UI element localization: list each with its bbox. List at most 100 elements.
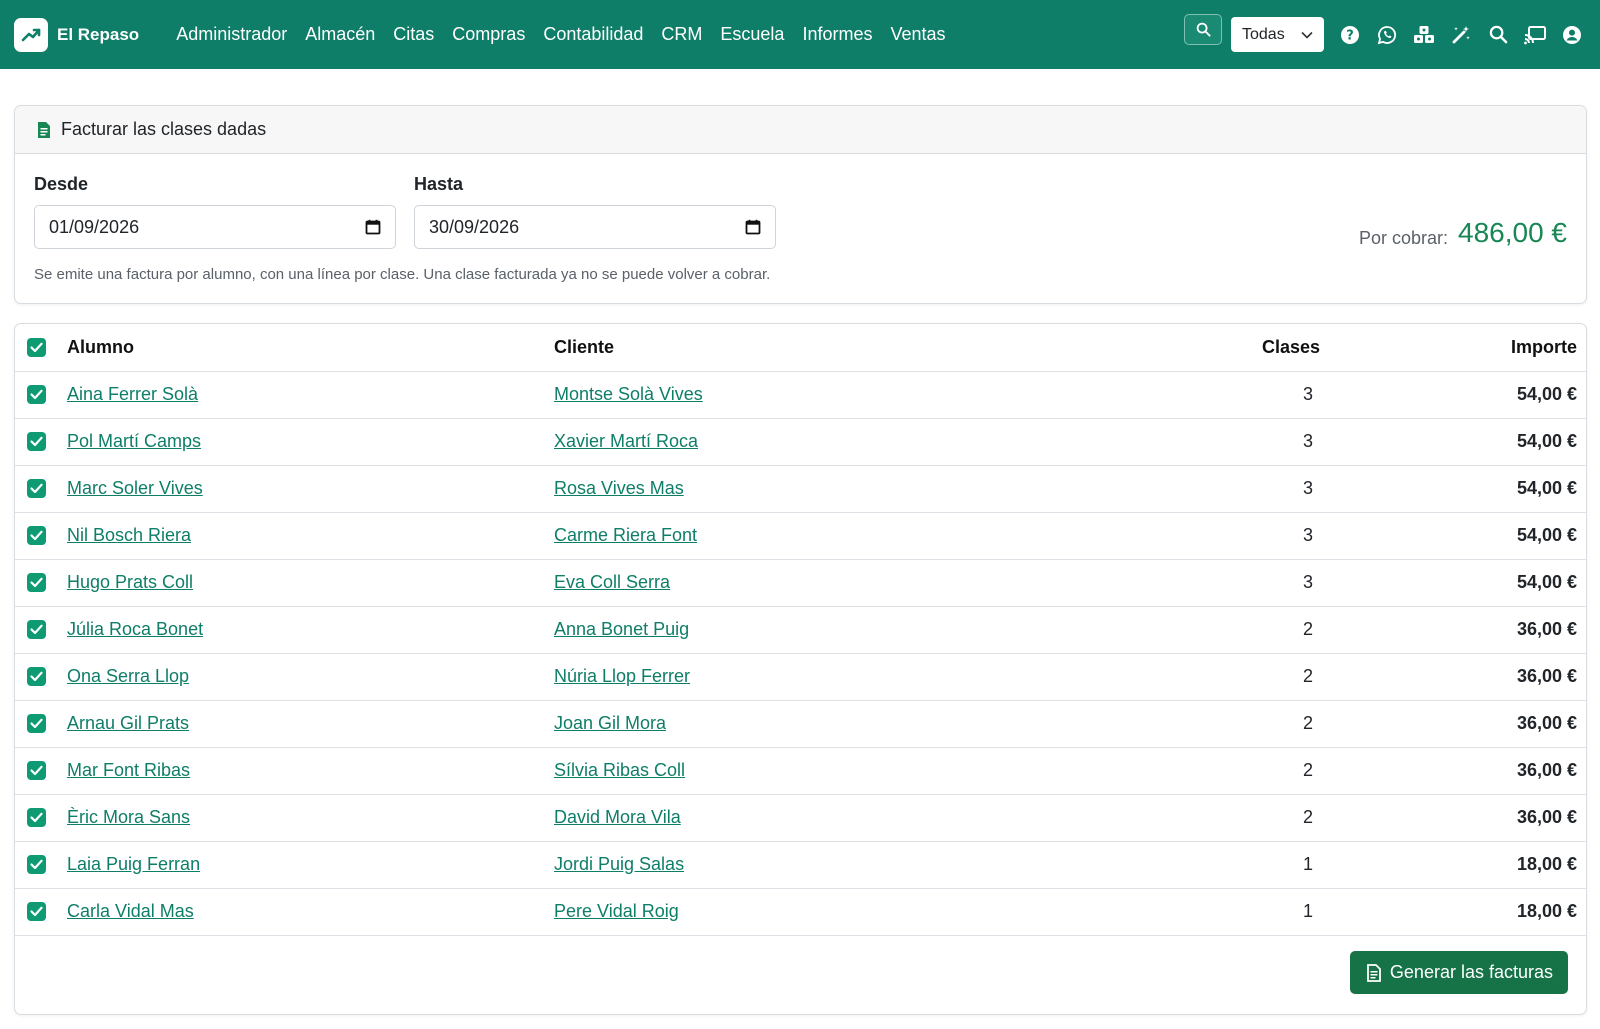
- cliente-link[interactable]: Rosa Vives Mas: [554, 478, 684, 498]
- table-row: Júlia Roca Bonet Anna Bonet Puig 2 36,00 €: [15, 606, 1586, 654]
- generate-invoices-label: Generar las facturas: [1389, 962, 1553, 982]
- chevron-down-icon: [1301, 31, 1313, 39]
- students-table: Alumno Cliente Clases Importe Aina Ferre…: [15, 324, 1586, 936]
- header-importe[interactable]: Importe: [1320, 324, 1586, 372]
- calendar-icon[interactable]: [745, 219, 761, 235]
- search-icon[interactable]: [1487, 24, 1509, 46]
- alumno-cell: Pol Martí Camps: [67, 418, 554, 466]
- select-all-checkbox[interactable]: [27, 337, 46, 357]
- importe-cell: 54,00 €: [1320, 559, 1586, 607]
- alumno-link[interactable]: Ona Serra Llop: [67, 666, 189, 686]
- menu-item-contabilidad[interactable]: Contabilidad: [534, 24, 652, 45]
- alumno-link[interactable]: Júlia Roca Bonet: [67, 619, 203, 639]
- company-select-value: Todas: [1242, 25, 1285, 43]
- cliente-link[interactable]: Xavier Martí Roca: [554, 431, 698, 451]
- menu-item-informes[interactable]: Informes: [793, 24, 881, 45]
- cliente-link[interactable]: Jordi Puig Salas: [554, 854, 684, 874]
- row-checkbox[interactable]: [27, 902, 46, 921]
- row-checkbox[interactable]: [27, 479, 46, 498]
- menu-item-almacen[interactable]: Almacén: [296, 24, 384, 45]
- invoice-icon: [38, 121, 50, 138]
- cubes-icon[interactable]: [1413, 24, 1435, 46]
- row-checkbox[interactable]: [27, 432, 46, 451]
- cliente-link[interactable]: David Mora Vila: [554, 807, 681, 827]
- header-check-cell: [15, 324, 67, 372]
- table-row: Ona Serra Llop Núria Llop Ferrer 2 36,00 €: [15, 653, 1586, 701]
- help-icon[interactable]: ?: [1339, 24, 1361, 46]
- table-row: Hugo Prats Coll Eva Coll Serra 3 54,00 €: [15, 559, 1586, 607]
- clases-cell: 2: [1154, 747, 1320, 795]
- row-checkbox[interactable]: [27, 620, 46, 639]
- alumno-link[interactable]: Marc Soler Vives: [67, 478, 203, 498]
- check-icon: [30, 436, 43, 447]
- alumno-link[interactable]: Èric Mora Sans: [67, 807, 190, 827]
- menu-item-escuela[interactable]: Escuela: [711, 24, 793, 45]
- menu-item-ventas[interactable]: Ventas: [881, 24, 954, 45]
- importe-cell: 54,00 €: [1320, 465, 1586, 513]
- brand[interactable]: El Repaso: [14, 17, 140, 52]
- cliente-cell: Jordi Puig Salas: [554, 841, 1154, 889]
- row-check-cell: [15, 700, 67, 748]
- alumno-link[interactable]: Aina Ferrer Solà: [67, 384, 198, 404]
- alumno-cell: Èric Mora Sans: [67, 794, 554, 842]
- alumno-link[interactable]: Laia Puig Ferran: [67, 854, 200, 874]
- importe-cell: 36,00 €: [1320, 653, 1586, 701]
- row-checkbox[interactable]: [27, 855, 46, 874]
- alumno-cell: Mar Font Ribas: [67, 747, 554, 795]
- cliente-cell: David Mora Vila: [554, 794, 1154, 842]
- clases-cell: 3: [1154, 418, 1320, 466]
- row-checkbox[interactable]: [27, 761, 46, 780]
- header-cliente[interactable]: Cliente: [554, 324, 1154, 372]
- user-icon[interactable]: [1561, 24, 1583, 46]
- to-date-input[interactable]: 30/09/2026: [414, 205, 776, 249]
- calendar-icon[interactable]: [365, 219, 381, 235]
- check-icon: [30, 859, 43, 870]
- row-checkbox[interactable]: [27, 573, 46, 592]
- menu-item-compras[interactable]: Compras: [443, 24, 534, 45]
- table-row: Nil Bosch Riera Carme Riera Font 3 54,00 €: [15, 512, 1586, 560]
- importe-cell: 36,00 €: [1320, 747, 1586, 795]
- generate-invoices-button[interactable]: Generar las facturas: [1349, 951, 1568, 994]
- cliente-link[interactable]: Carme Riera Font: [554, 525, 697, 545]
- cast-icon[interactable]: [1524, 24, 1546, 46]
- alumno-link[interactable]: Nil Bosch Riera: [67, 525, 191, 545]
- brand-name: El Repaso: [57, 24, 140, 44]
- table-row: Laia Puig Ferran Jordi Puig Salas 1 18,00 €: [15, 841, 1586, 889]
- menu-item-crm[interactable]: CRM: [652, 24, 711, 45]
- table-row: Carla Vidal Mas Pere Vidal Roig 1 18,00 €: [15, 888, 1586, 936]
- cliente-link[interactable]: Núria Llop Ferrer: [554, 666, 690, 686]
- cliente-cell: Sílvia Ribas Coll: [554, 747, 1154, 795]
- alumno-link[interactable]: Hugo Prats Coll: [67, 572, 193, 592]
- cliente-link[interactable]: Pere Vidal Roig: [554, 901, 679, 921]
- menu-item-citas[interactable]: Citas: [384, 24, 443, 45]
- alumno-link[interactable]: Mar Font Ribas: [67, 760, 190, 780]
- cliente-link[interactable]: Montse Solà Vives: [554, 384, 703, 404]
- cliente-link[interactable]: Joan Gil Mora: [554, 713, 666, 733]
- row-checkbox[interactable]: [27, 667, 46, 686]
- from-date-input[interactable]: 01/09/2026: [34, 205, 396, 249]
- alumno-link[interactable]: Carla Vidal Mas: [67, 901, 194, 921]
- row-checkbox[interactable]: [27, 526, 46, 545]
- row-check-cell: [15, 653, 67, 701]
- row-checkbox[interactable]: [27, 714, 46, 733]
- row-checkbox[interactable]: [27, 385, 46, 404]
- row-check-cell: [15, 888, 67, 936]
- cliente-link[interactable]: Anna Bonet Puig: [554, 619, 689, 639]
- header-alumno[interactable]: Alumno: [67, 324, 554, 372]
- alumno-link[interactable]: Pol Martí Camps: [67, 431, 201, 451]
- invoice-icon: [1367, 963, 1381, 982]
- row-checkbox[interactable]: [27, 808, 46, 827]
- menu-item-administrador[interactable]: Administrador: [167, 24, 296, 45]
- cliente-link[interactable]: Eva Coll Serra: [554, 572, 670, 592]
- row-check-cell: [15, 606, 67, 654]
- nav-search-button[interactable]: [1184, 14, 1222, 45]
- cliente-link[interactable]: Sílvia Ribas Coll: [554, 760, 685, 780]
- company-select[interactable]: Todas: [1231, 17, 1324, 52]
- cliente-cell: Anna Bonet Puig: [554, 606, 1154, 654]
- magic-wand-icon[interactable]: [1450, 24, 1472, 46]
- clases-cell: 2: [1154, 794, 1320, 842]
- header-clases[interactable]: Clases: [1154, 324, 1320, 372]
- table-header-row: Alumno Cliente Clases Importe: [15, 324, 1586, 372]
- whatsapp-icon[interactable]: [1376, 24, 1398, 46]
- alumno-link[interactable]: Arnau Gil Prats: [67, 713, 189, 733]
